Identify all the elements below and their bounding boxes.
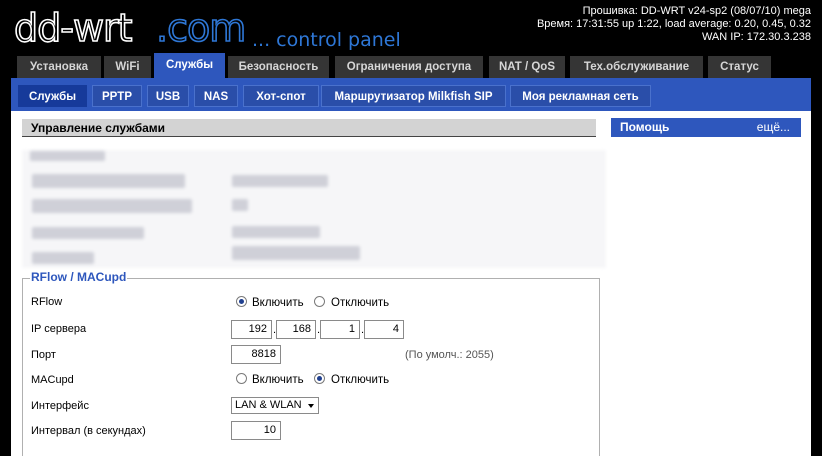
tab-administration[interactable]: Тех.обслуживание xyxy=(570,56,703,78)
tab-services[interactable]: Службы xyxy=(154,53,225,78)
logo-suffix: .com xyxy=(155,6,247,50)
server-ip-label: IP сервера xyxy=(31,323,87,335)
rflow-disable-radio[interactable] xyxy=(314,296,325,307)
subtab-usb[interactable]: USB xyxy=(147,85,189,107)
redacted-text xyxy=(232,199,248,211)
rflow-disable-label: Отключить xyxy=(331,297,390,309)
redacted-text xyxy=(232,226,320,238)
port-default-hint: (По умолч.: 2055) xyxy=(405,349,494,361)
macupd-disable-label: Отключить xyxy=(331,374,390,386)
chevron-down-icon xyxy=(308,404,314,408)
subtab-pptp[interactable]: PPTP xyxy=(92,85,142,107)
redacted-text xyxy=(32,199,192,213)
help-title: Помощь xyxy=(620,120,670,134)
rflow-legend: RFlow / MACupd xyxy=(30,270,128,284)
interface-select-value: LAN & WLAN xyxy=(235,399,302,411)
macupd-enable-radio[interactable] xyxy=(236,373,247,384)
tab-nat-qos[interactable]: NAT / QoS xyxy=(489,56,565,78)
rflow-enable-radio[interactable] xyxy=(236,296,247,307)
macupd-enable-label: Включить xyxy=(252,374,304,386)
tab-setup[interactable]: Установка xyxy=(17,56,101,78)
server-ip-octet-3[interactable]: 1 xyxy=(320,320,360,339)
rflow-enable-label: Включить xyxy=(252,297,304,309)
firmware-text: Прошивка: DD-WRT v24-sp2 (08/07/10) mega xyxy=(582,5,811,17)
port-label: Порт xyxy=(31,349,56,361)
server-ip-octet-4[interactable]: 4 xyxy=(364,320,404,339)
server-ip-octet-1[interactable]: 192 xyxy=(231,320,272,339)
section-title: Управление службами xyxy=(22,119,596,137)
redacted-text xyxy=(32,252,94,264)
help-more-link[interactable]: ещё... xyxy=(757,118,790,137)
redacted-text xyxy=(232,246,360,260)
interval-label: Интервал (в секундах) xyxy=(31,425,146,437)
macupd-disable-radio[interactable] xyxy=(314,373,325,384)
rflow-label: RFlow xyxy=(31,296,63,308)
subtab-milkfish[interactable]: Маршрутизатор Milkfish SIP xyxy=(321,85,506,107)
subtab-hotspot[interactable]: Хот-спот xyxy=(243,85,319,107)
interval-input[interactable]: 10 xyxy=(231,421,281,440)
redacted-text xyxy=(232,175,328,187)
logo: dd-wrt xyxy=(13,6,133,50)
subtab-services[interactable]: Службы xyxy=(18,85,87,107)
subtab-nas[interactable]: NAS xyxy=(194,85,238,107)
tab-wifi[interactable]: WiFi xyxy=(104,56,151,78)
interface-label: Интерфейс xyxy=(31,400,89,412)
help-header: Помощь ещё... xyxy=(611,118,801,137)
redacted-text xyxy=(32,174,185,188)
tab-status[interactable]: Статус xyxy=(708,56,771,78)
header: dd-wrt .com ... control panel Прошивка: … xyxy=(0,0,822,56)
slogan: ... control panel xyxy=(252,29,401,51)
router-info: Прошивка: DD-WRT v24-sp2 (08/07/10) mega… xyxy=(537,5,811,44)
tab-access-restrictions[interactable]: Ограничения доступа xyxy=(335,56,483,78)
port-input[interactable]: 8818 xyxy=(231,345,281,364)
macupd-label: MACupd xyxy=(31,374,74,386)
wan-ip-text: WAN IP: 172.30.3.238 xyxy=(701,31,811,43)
tab-security[interactable]: Безопасность xyxy=(228,56,329,78)
redacted-text xyxy=(30,151,105,161)
interface-select[interactable]: LAN & WLAN xyxy=(231,397,319,414)
subtab-my-ad-network[interactable]: Моя рекламная сеть xyxy=(510,85,651,107)
redacted-text xyxy=(32,227,144,239)
uptime-text: Время: 17:31:55 up 1:22, load average: 0… xyxy=(536,18,811,30)
server-ip-octet-2[interactable]: 168 xyxy=(276,320,316,339)
